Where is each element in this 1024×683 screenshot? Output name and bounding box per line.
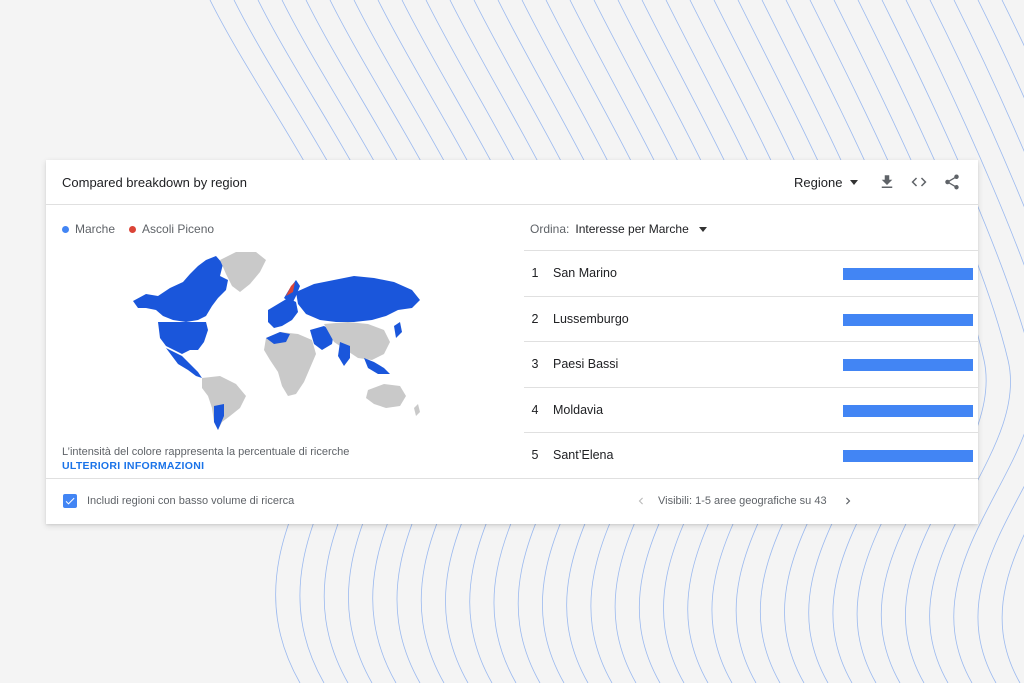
row-interest-bar xyxy=(843,313,973,326)
sort-control: Ordina: Interesse per Marche xyxy=(530,222,707,236)
row-rank: 4 xyxy=(531,402,539,417)
row-region-name: Paesi Bassi xyxy=(553,357,619,371)
pager-text: Visibili: 1-5 aree geografiche su 43 xyxy=(658,495,827,507)
card-header: Compared breakdown by region Regione xyxy=(46,160,978,205)
table-row[interactable]: 1 San Marino xyxy=(524,250,978,296)
row-rank: 3 xyxy=(531,357,539,371)
row-region-name: Sant’Elena xyxy=(553,448,614,462)
map-region-south-america[interactable] xyxy=(202,376,246,430)
check-icon xyxy=(65,497,75,505)
row-region-name: San Marino xyxy=(553,266,617,280)
region-dropdown[interactable]: Regione xyxy=(794,175,859,190)
legend-dot-icon xyxy=(62,225,69,233)
download-icon[interactable] xyxy=(878,173,896,191)
map-region-russia[interactable] xyxy=(296,276,420,322)
share-icon[interactable] xyxy=(943,173,961,191)
table-row[interactable]: 2 Lussemburgo xyxy=(524,295,978,342)
map-region-japan[interactable] xyxy=(394,322,402,338)
row-interest-bar xyxy=(843,268,973,280)
map-panel: Marche Ascoli Piceno L’intensità del col… xyxy=(46,206,508,478)
low-volume-checkbox[interactable] xyxy=(63,494,77,508)
map-region-greenland[interactable] xyxy=(220,252,266,292)
world-map[interactable] xyxy=(128,246,428,431)
row-region-name: Moldavia xyxy=(553,402,604,417)
embed-code-icon[interactable] xyxy=(910,173,928,191)
legend-label: Marche xyxy=(75,222,116,236)
legend-label: Ascoli Piceno xyxy=(142,222,215,236)
map-region-europe[interactable] xyxy=(268,298,298,328)
background-wave-line xyxy=(977,0,1024,99)
more-info-link[interactable]: ULTERIORI INFORMAZIONI xyxy=(62,460,204,472)
region-dropdown-label: Regione xyxy=(794,175,843,190)
table-row[interactable]: 3 Paesi Bassi xyxy=(524,341,978,387)
map-region-new-zealand[interactable] xyxy=(414,404,420,416)
chevron-left-icon[interactable] xyxy=(634,493,648,509)
sort-dropdown-value: Interesse per Marche xyxy=(575,222,689,236)
card-footer: Includi regioni con basso volume di rice… xyxy=(46,478,978,524)
map-region-india[interactable] xyxy=(338,342,350,366)
row-region-name: Lussemburgo xyxy=(553,311,629,326)
map-region-argentina[interactable] xyxy=(214,404,224,430)
legend-item-ascoli-piceno: Ascoli Piceno xyxy=(129,222,214,236)
map-region-asia[interactable] xyxy=(324,322,390,360)
row-rank: 5 xyxy=(531,448,539,462)
map-region-southeast-asia[interactable] xyxy=(364,358,390,374)
row-interest-bar xyxy=(843,450,973,462)
map-region-usa[interactable] xyxy=(158,322,208,354)
card-title: Compared breakdown by region xyxy=(62,175,247,190)
low-volume-checkbox-label: Includi regioni con basso volume di rice… xyxy=(87,495,295,507)
legend-dot-icon xyxy=(129,225,137,233)
sort-dropdown[interactable]: Interesse per Marche xyxy=(575,222,707,236)
table-row[interactable]: 5 Sant’Elena xyxy=(524,432,978,478)
legend-item-marche: Marche xyxy=(62,222,115,236)
ranking-panel: Ordina: Interesse per Marche 1 San Marino… xyxy=(508,206,978,478)
chevron-down-icon xyxy=(850,180,859,185)
row-rank: 2 xyxy=(531,311,539,326)
chevron-right-icon[interactable] xyxy=(841,493,855,509)
table-row[interactable]: 4 Moldavia xyxy=(524,386,978,433)
map-intensity-note: L’intensità del colore rappresenta la pe… xyxy=(62,446,350,458)
chevron-down-icon xyxy=(698,226,707,232)
row-interest-bar xyxy=(843,359,973,371)
row-interest-bar xyxy=(843,404,973,417)
background-wave-line xyxy=(1001,0,1024,47)
sort-label: Ordina: xyxy=(530,222,570,236)
map-region-australia[interactable] xyxy=(366,384,406,408)
map-legend: Marche Ascoli Piceno xyxy=(62,222,214,236)
ranking-list: 1 San Marino 2 Lussemburgo 3 Paesi Bassi 4 Mold… xyxy=(524,250,978,478)
row-rank: 1 xyxy=(531,266,539,280)
region-breakdown-card: Compared breakdown by region Regione Mar… xyxy=(46,160,978,524)
map-region-north-america[interactable] xyxy=(133,256,228,322)
